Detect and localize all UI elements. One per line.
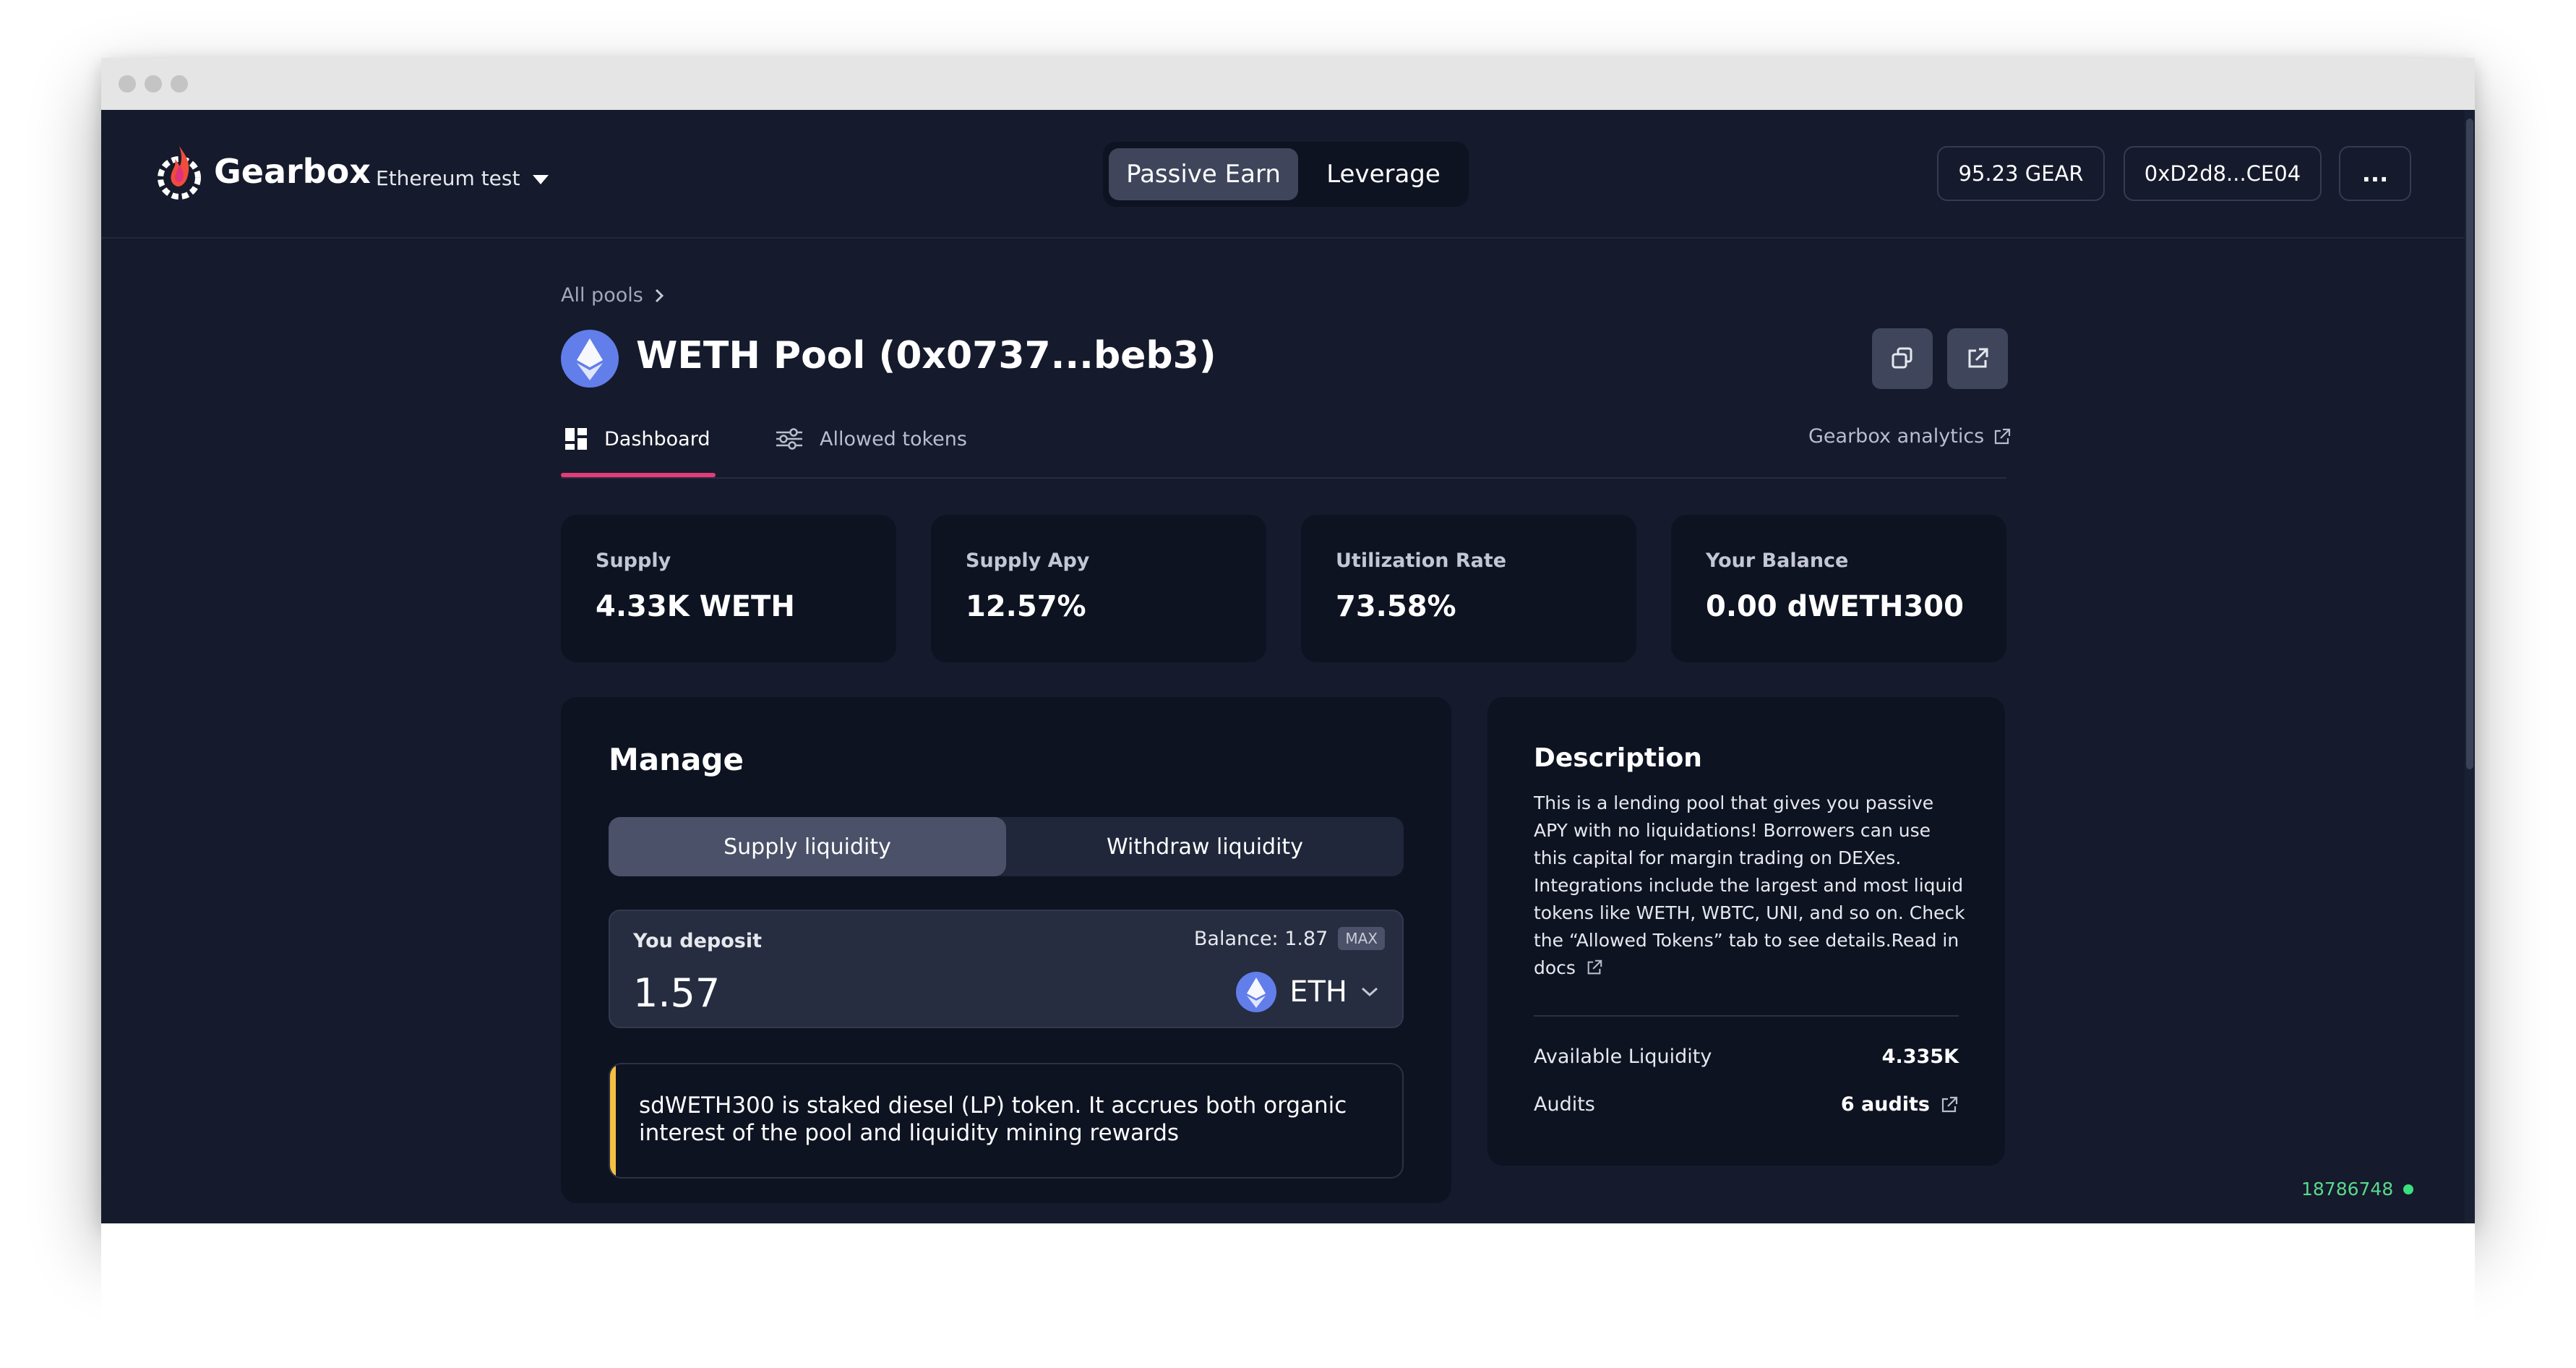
stat-label: Supply Apy bbox=[966, 550, 1090, 572]
tab-dashboard-label: Dashboard bbox=[604, 427, 710, 450]
tab-passive-earn[interactable]: Passive Earn bbox=[1109, 148, 1298, 200]
token-symbol: ETH bbox=[1289, 975, 1347, 1009]
stat-label: Your Balance bbox=[1706, 550, 1849, 572]
stat-value: 4.33K WETH bbox=[596, 590, 795, 623]
stat-value: 12.57% bbox=[966, 590, 1086, 623]
max-button[interactable]: MAX bbox=[1338, 927, 1385, 950]
page-title: WETH Pool (0x0737...beb3) bbox=[636, 334, 1216, 377]
tab-allowed-tokens[interactable]: Allowed tokens bbox=[775, 427, 967, 451]
stat-value: 0.00 dWETH300 bbox=[1706, 590, 1964, 623]
gearbox-analytics-link[interactable]: Gearbox analytics bbox=[1808, 425, 2012, 448]
wallet-address-button[interactable]: 0xD2d8...CE04 bbox=[2124, 146, 2322, 201]
balance-text: Balance: 1.87 bbox=[1193, 927, 1328, 950]
row-label: Available Liquidity bbox=[1534, 1046, 1712, 1068]
network-label: Ethereum test bbox=[376, 166, 520, 190]
supply-liquidity-button[interactable]: Supply liquidity bbox=[609, 817, 1006, 876]
liquidity-segmented-control: Supply liquidity Withdraw liquidity bbox=[609, 817, 1404, 876]
stat-card-supply: Supply 4.33K WETH bbox=[561, 515, 896, 662]
tabs-divider bbox=[561, 477, 2006, 479]
chevron-right-icon bbox=[655, 288, 664, 302]
analytics-link-label: Gearbox analytics bbox=[1808, 425, 1985, 448]
token-selector[interactable]: ETH bbox=[1236, 972, 1379, 1012]
tab-leverage[interactable]: Leverage bbox=[1304, 148, 1463, 200]
description-divider bbox=[1534, 1015, 1959, 1017]
tab-dashboard[interactable]: Dashboard bbox=[564, 427, 710, 451]
description-panel: Description This is a lending pool that … bbox=[1487, 697, 2005, 1166]
row-value: 4.335K bbox=[1881, 1046, 1959, 1068]
description-body: This is a lending pool that gives you pa… bbox=[1534, 792, 1965, 978]
block-number-indicator: 18786748 bbox=[2301, 1179, 2414, 1200]
deposit-amount-input[interactable]: 1.57 bbox=[633, 970, 720, 1016]
external-link-icon bbox=[1995, 428, 2011, 444]
breadcrumb-all-pools[interactable]: All pools bbox=[561, 284, 643, 307]
manage-panel: Manage Supply liquidity Withdraw liquidi… bbox=[561, 697, 1451, 1203]
window-titlebar bbox=[101, 58, 2475, 110]
audits-link[interactable]: 6 audits bbox=[1841, 1093, 1959, 1116]
brand-name[interactable]: Gearbox bbox=[214, 152, 371, 191]
stat-card-supply-apy: Supply Apy 12.57% bbox=[931, 515, 1266, 662]
dashboard-icon bbox=[565, 428, 587, 450]
description-title: Description bbox=[1534, 743, 1702, 773]
eth-icon bbox=[561, 330, 619, 388]
eth-icon bbox=[1236, 972, 1277, 1012]
row-label: Audits bbox=[1534, 1093, 1595, 1116]
window-minimize-dot[interactable] bbox=[145, 75, 162, 93]
external-link-icon[interactable] bbox=[1586, 959, 1603, 976]
withdraw-liquidity-button[interactable]: Withdraw liquidity bbox=[1006, 817, 1404, 876]
stat-label: Supply bbox=[596, 550, 671, 572]
more-icon: ... bbox=[2361, 160, 2389, 187]
window-maximize-dot[interactable] bbox=[171, 75, 188, 93]
external-link-icon bbox=[1968, 348, 1988, 368]
tab-allowed-tokens-label: Allowed tokens bbox=[820, 427, 967, 450]
network-selector[interactable]: Ethereum test bbox=[376, 166, 549, 190]
sliders-icon bbox=[776, 428, 802, 450]
external-link-icon bbox=[1941, 1096, 1958, 1112]
gearbox-logo-icon[interactable] bbox=[153, 143, 205, 201]
chevron-down-icon bbox=[1361, 987, 1378, 997]
note-accent-bar bbox=[610, 1064, 616, 1177]
chevron-down-icon bbox=[533, 175, 549, 184]
page-scrollbar[interactable] bbox=[2465, 110, 2475, 1223]
available-liquidity-row: Available Liquidity 4.335K bbox=[1534, 1046, 1959, 1068]
deposit-label: You deposit bbox=[633, 930, 762, 952]
description-text: This is a lending pool that gives you pa… bbox=[1534, 790, 1967, 982]
stat-value: 73.58% bbox=[1336, 590, 1456, 623]
breadcrumb[interactable]: All pools bbox=[561, 284, 665, 307]
stat-card-your-balance: Your Balance 0.00 dWETH300 bbox=[1671, 515, 2006, 662]
block-number: 18786748 bbox=[2301, 1179, 2394, 1200]
more-menu-button[interactable]: ... bbox=[2339, 146, 2411, 201]
gear-balance-button[interactable]: 95.23 GEAR bbox=[1937, 146, 2105, 201]
mode-switch: Passive Earn Leverage bbox=[1103, 142, 1469, 207]
staking-info-note: sdWETH300 is staked diesel (LP) token. I… bbox=[609, 1063, 1404, 1179]
deposit-input-box[interactable]: You deposit Balance: 1.87 MAX 1.57 ETH bbox=[609, 910, 1404, 1028]
window-bottom-edge bbox=[101, 1223, 2475, 1368]
active-tab-indicator bbox=[561, 473, 716, 477]
open-explorer-button[interactable] bbox=[1947, 328, 2008, 389]
status-dot-icon bbox=[2403, 1184, 2414, 1194]
window-close-dot[interactable] bbox=[119, 75, 136, 93]
stat-card-utilization: Utilization Rate 73.58% bbox=[1301, 515, 1636, 662]
audits-value: 6 audits bbox=[1840, 1093, 1930, 1116]
copy-address-button[interactable] bbox=[1872, 328, 1933, 389]
copy-icon bbox=[1892, 347, 1912, 369]
manage-title: Manage bbox=[609, 742, 744, 777]
scrollbar-thumb[interactable] bbox=[2466, 119, 2473, 769]
stat-label: Utilization Rate bbox=[1336, 550, 1507, 572]
deposit-balance: Balance: 1.87 MAX bbox=[1194, 927, 1385, 950]
audits-row: Audits 6 audits bbox=[1534, 1093, 1959, 1116]
note-text: sdWETH300 is staked diesel (LP) token. I… bbox=[639, 1093, 1347, 1146]
